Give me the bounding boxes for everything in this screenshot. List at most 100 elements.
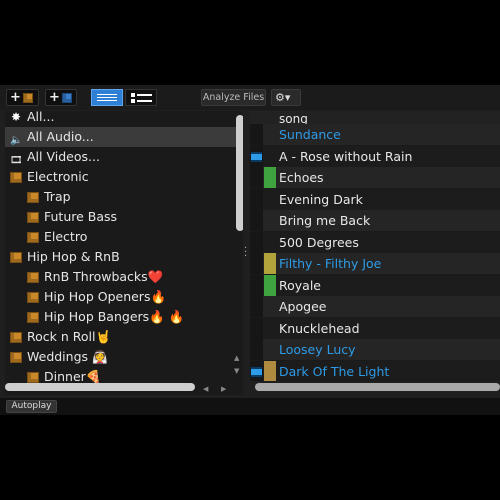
add-smart-crate-button[interactable]: + (45, 89, 77, 106)
track-title: Echoes (279, 170, 324, 185)
sidebar-item[interactable]: 🎞 All Videos... (5, 147, 238, 167)
sidebar-item[interactable]: Hip Hop Bangers🔥 🔥 (5, 307, 243, 327)
track-title: Filthy - Filthy Joe (279, 256, 382, 271)
sidebar-item[interactable]: ✸ All... (5, 111, 238, 127)
track-row[interactable]: Knucklehead (250, 317, 500, 339)
bottom-bar: Autoplay (0, 398, 500, 415)
track-color-swatch (264, 253, 276, 274)
track-status-cell (250, 296, 263, 317)
sidebar-item[interactable]: Rock n Roll🤘 (5, 327, 238, 347)
list-view-button[interactable] (91, 89, 123, 106)
track-row[interactable]: Royale (250, 274, 500, 296)
sidebar-item[interactable]: RnB Throwbacks❤️ (5, 267, 243, 287)
track-color-swatch (264, 318, 276, 339)
track-row[interactable]: Filthy - Filthy Joe (250, 253, 500, 274)
sidebar-item-label: Hip Hop Openers🔥 (44, 289, 167, 304)
crate-icon (27, 291, 39, 303)
crate-icon (27, 211, 39, 223)
sidebar-item[interactable]: Hip Hop Openers🔥 (5, 287, 243, 307)
sidebar-item[interactable]: 🔈 All Audio... (5, 127, 238, 147)
smart-crate-icon (61, 92, 72, 103)
speaker-icon: 🔈 (10, 135, 23, 146)
track-color-swatch (264, 146, 276, 167)
track-status-cell (250, 274, 263, 296)
track-status-cell (250, 253, 263, 274)
track-color-swatch (264, 124, 276, 145)
track-title: Loosey Lucy (279, 342, 356, 357)
track-title: Royale (279, 277, 321, 293)
track-title: Dark Of The Light (279, 363, 390, 379)
sidebar-item[interactable]: Electronic (5, 167, 238, 187)
track-status-cell (250, 145, 263, 167)
crate-tree: ✸ All... 🔈 All Audio... 🎞 All Videos... Electr… (5, 111, 243, 395)
sidebar-item-label: Hip Hop Bangers🔥 🔥 (44, 309, 185, 324)
track-title: Bring me Back (279, 213, 371, 228)
analyze-files-button[interactable]: Analyze Files (201, 89, 266, 106)
crate-icon (27, 311, 39, 323)
track-row[interactable]: Echoes (250, 167, 500, 188)
tree-horizontal-scrollbar[interactable] (5, 383, 195, 391)
track-color-swatch (264, 232, 276, 253)
track-title: Knucklehead (279, 320, 360, 336)
serato-library-window: + + Analyze Files ⚙▾ ✸ All... 🔈 All Audio..… (0, 85, 500, 415)
track-row[interactable]: Bring me Back (250, 210, 500, 231)
plus-icon: + (49, 90, 60, 105)
plus-icon: + (10, 90, 21, 105)
track-title: 500 Degrees (279, 234, 359, 250)
table-horizontal-scrollbar[interactable] (255, 383, 500, 391)
crate-icon (10, 351, 22, 363)
scroll-left-arrow[interactable]: ◀ (203, 385, 208, 393)
track-row[interactable]: Sundance (250, 124, 500, 145)
crate-icon (27, 231, 39, 243)
settings-menu-button[interactable]: ⚙▾ (271, 89, 301, 106)
track-row[interactable]: A - Rose without Rain (250, 145, 500, 167)
video-icon (251, 151, 262, 162)
sidebar-item-label: Future Bass (44, 209, 118, 224)
film-icon: 🎞 (10, 155, 23, 166)
sidebar-item-label: Rock n Roll🤘 (27, 329, 112, 344)
scroll-down-arrow[interactable]: ▼ (234, 367, 239, 375)
panel-resize-handle[interactable]: · · · (244, 244, 247, 262)
track-status-cell (250, 167, 263, 188)
track-status-cell (250, 188, 263, 210)
sidebar-item[interactable]: Weddings 👰 (5, 347, 238, 367)
toolbar: + + Analyze Files ⚙▾ (0, 85, 500, 110)
track-table: song Sundance A - Rose without Rain Echoes… (250, 111, 500, 381)
gear-icon: ⚙ (275, 91, 285, 104)
track-color-swatch (264, 360, 276, 381)
crate-icon (22, 92, 33, 103)
sidebar-item[interactable]: Trap (5, 187, 243, 207)
autoplay-button[interactable]: Autoplay (6, 400, 57, 413)
sparkle-icon: ✸ (10, 111, 22, 124)
track-row[interactable]: Dark Of The Light (250, 360, 500, 381)
sidebar-item-label: Weddings 👰 (27, 349, 108, 364)
track-title: A - Rose without Rain (279, 148, 413, 164)
track-color-swatch (264, 296, 276, 317)
sidebar-item-label: Electro (44, 229, 88, 244)
track-color-swatch (264, 210, 276, 231)
sidebar-item-label: All Audio... (27, 129, 94, 144)
sidebar-item[interactable]: Electro (5, 227, 243, 247)
track-row[interactable]: Loosey Lucy (250, 339, 500, 360)
track-row[interactable]: Apogee (250, 296, 500, 317)
sidebar-item[interactable]: Hip Hop & RnB (5, 247, 238, 267)
add-crate-button[interactable]: + (6, 89, 39, 106)
crate-icon (27, 191, 39, 203)
track-title: Apogee (279, 299, 327, 314)
scroll-up-arrow[interactable]: ▲ (234, 354, 239, 362)
sidebar-item-label: Trap (44, 189, 71, 204)
detail-view-button[interactable] (125, 89, 157, 106)
sidebar-item[interactable]: Future Bass (5, 207, 243, 227)
track-status-cell (250, 210, 263, 231)
scroll-right-arrow[interactable]: ▶ (221, 385, 226, 393)
track-color-swatch (264, 339, 276, 360)
track-row[interactable]: Evening Dark (250, 188, 500, 210)
chevron-down-icon: ▾ (284, 91, 291, 104)
track-row[interactable]: 500 Degrees (250, 231, 500, 253)
list-lines-icon (97, 94, 117, 103)
track-color-swatch (264, 189, 276, 210)
tree-vertical-scrollbar[interactable] (236, 115, 243, 231)
track-title: Sundance (279, 127, 341, 142)
crate-icon (27, 271, 39, 283)
track-status-cell (250, 339, 263, 360)
